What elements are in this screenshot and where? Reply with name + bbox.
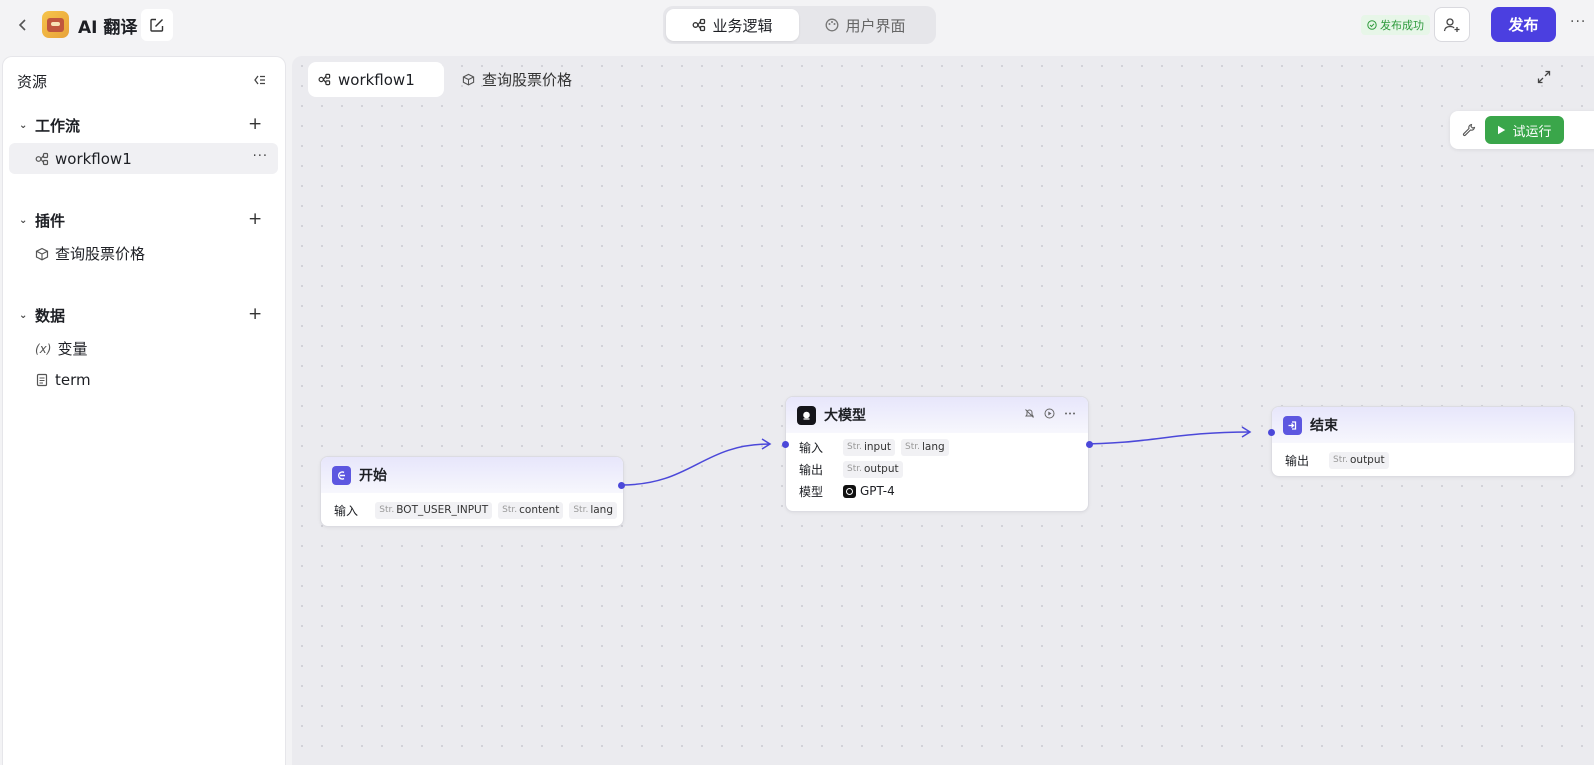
more-options-icon[interactable]: ···	[1570, 14, 1586, 30]
sidebar-item-label: workflow1	[55, 149, 132, 168]
port-llm-out[interactable]	[1086, 441, 1093, 448]
param-tag: Str. output	[843, 460, 903, 478]
edit-icon	[150, 18, 164, 32]
row-label: 输出	[799, 462, 824, 477]
start-icon	[332, 465, 351, 485]
sidebar-title: 资源	[17, 73, 48, 91]
group-plugin-title: 插件	[35, 212, 66, 230]
edge-llm-to-end	[1076, 431, 1251, 445]
node-input-row: 输入 Str. input Str. lang	[786, 436, 1088, 458]
tab-user-interface[interactable]: 用户界面	[799, 9, 932, 41]
chevron-down-icon: ⌄	[19, 215, 28, 226]
cube-icon	[35, 247, 49, 260]
top-bar: AI 翻译 业务逻辑 用户界面 发布成功 发布 ···	[0, 0, 1594, 50]
group-workflow-title: 工作流	[35, 117, 81, 135]
node-title: 结束	[1310, 418, 1338, 434]
node-llm[interactable]: 大模型 输入 Str. input Str. lang 输出 Str. output …	[785, 396, 1089, 512]
palette-icon	[826, 18, 839, 32]
sidebar-item-workflow1[interactable]: workflow1 ···	[9, 143, 278, 174]
port-start-out[interactable]	[618, 482, 625, 489]
collaborators-button[interactable]	[1434, 7, 1470, 42]
node-more-icon[interactable]	[1064, 408, 1076, 419]
status-text: 发布成功	[1380, 19, 1424, 32]
add-workflow-button[interactable]: +	[248, 114, 262, 134]
collapse-sidebar-icon[interactable]	[251, 72, 267, 88]
node-header: 大模型	[786, 397, 1088, 433]
node-title: 大模型	[824, 408, 866, 424]
tab-user-interface-label: 用户界面	[845, 16, 906, 35]
back-chevron-icon[interactable]	[13, 15, 33, 35]
sidebar-item-label: 查询股票价格	[55, 245, 146, 263]
param-tag: Str. input	[843, 438, 895, 456]
chevron-down-icon: ⌄	[19, 120, 28, 131]
tab-business-logic-label: 业务逻辑	[712, 16, 773, 35]
resource-sidebar: 资源 ⌄ 工作流 + workflow1 ··· ⌄ 插件 + 查询股票价格 ⌄…	[2, 56, 286, 765]
sidebar-item-variable[interactable]: (x) 变量	[9, 333, 278, 364]
param-tag: Str. BOT_USER_INPUT	[375, 501, 493, 519]
app-title: AI 翻译	[78, 18, 138, 38]
group-plugin-header[interactable]: ⌄ 插件	[19, 210, 65, 231]
row-label: 模型	[799, 484, 824, 499]
tab-business-logic[interactable]: 业务逻辑	[666, 9, 799, 41]
row-label: 输出	[1285, 453, 1310, 468]
param-tag: Str. content	[498, 501, 564, 519]
sidebar-item-label: term	[55, 370, 91, 389]
mute-icon[interactable]	[1024, 408, 1035, 419]
param-tag: Str. output	[1329, 451, 1389, 469]
group-data-title: 数据	[35, 307, 66, 325]
group-workflow-header[interactable]: ⌄ 工作流	[19, 115, 80, 136]
model-name: GPT-4	[860, 484, 895, 498]
param-tag: Str. lang	[569, 501, 617, 519]
row-label: 输入	[334, 503, 359, 518]
end-icon	[1283, 415, 1302, 435]
variable-icon: (x)	[35, 341, 52, 356]
edge-start-to-llm	[620, 443, 771, 486]
sidebar-item-label: 变量	[57, 340, 88, 358]
sidebar-item-term[interactable]: term	[9, 364, 278, 395]
check-circle-icon	[1367, 20, 1377, 30]
workflow-canvas[interactable]: workflow1 查询股票价格 试运行 开始 输入 Str. BOT_USER_…	[292, 56, 1594, 765]
edit-app-button[interactable]	[141, 9, 173, 41]
node-output-row: 输出 Str. output	[1272, 449, 1574, 471]
chevron-down-icon: ⌄	[19, 310, 28, 321]
node-start[interactable]: 开始 输入 Str. BOT_USER_INPUT Str. content Str…	[320, 456, 624, 527]
publish-button[interactable]: 发布	[1491, 7, 1556, 42]
run-node-icon[interactable]	[1044, 408, 1055, 419]
mode-switcher: 业务逻辑 用户界面	[663, 6, 936, 44]
item-more-icon[interactable]: ···	[253, 149, 268, 164]
node-actions	[1024, 408, 1076, 419]
port-end-in[interactable]	[1268, 429, 1275, 436]
workflow-icon	[35, 152, 49, 165]
add-user-icon	[1443, 17, 1460, 32]
status-badge: 发布成功	[1361, 15, 1430, 35]
param-tag: Str. lang	[901, 438, 949, 456]
sidebar-item-stock-price[interactable]: 查询股票价格	[9, 238, 278, 269]
openai-icon	[843, 484, 856, 498]
app-avatar-icon	[42, 11, 69, 38]
node-input-row: 输入 Str. BOT_USER_INPUT Str. content Str. la…	[321, 499, 623, 521]
node-header: 结束	[1272, 407, 1574, 443]
row-label: 输入	[799, 440, 824, 455]
node-model-row: 模型 GPT-4	[786, 480, 1088, 502]
document-icon	[36, 373, 48, 386]
node-end[interactable]: 结束 输出 Str. output	[1271, 406, 1575, 477]
node-output-row: 输出 Str. output	[786, 458, 1088, 480]
node-title: 开始	[359, 468, 387, 484]
add-plugin-button[interactable]: +	[248, 209, 262, 229]
node-header: 开始	[321, 457, 623, 493]
group-data-header[interactable]: ⌄ 数据	[19, 305, 65, 326]
workflow-icon	[693, 18, 706, 32]
llm-icon	[797, 405, 816, 425]
add-data-button[interactable]: +	[248, 304, 262, 324]
port-llm-in[interactable]	[782, 441, 789, 448]
